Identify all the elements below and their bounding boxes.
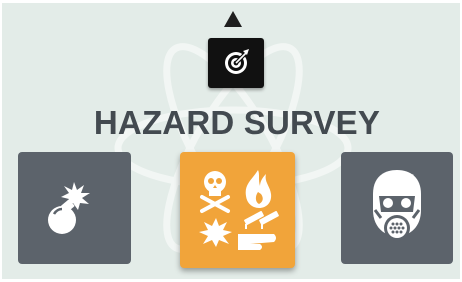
hazard-survey-screen: HAZARD SURVEY [2,3,460,279]
explosive-category-tile[interactable] [18,152,131,264]
respiratory-category-tile[interactable] [341,152,453,264]
target-button[interactable] [208,38,264,88]
hazardous-materials-icon [199,170,279,250]
hazmat-category-tile[interactable] [180,152,295,268]
page-title: HAZARD SURVEY [93,104,381,141]
up-arrow-icon[interactable] [224,11,242,27]
gas-mask-icon [373,170,421,241]
target-arrow-icon [225,49,249,74]
bomb-icon [48,182,90,234]
